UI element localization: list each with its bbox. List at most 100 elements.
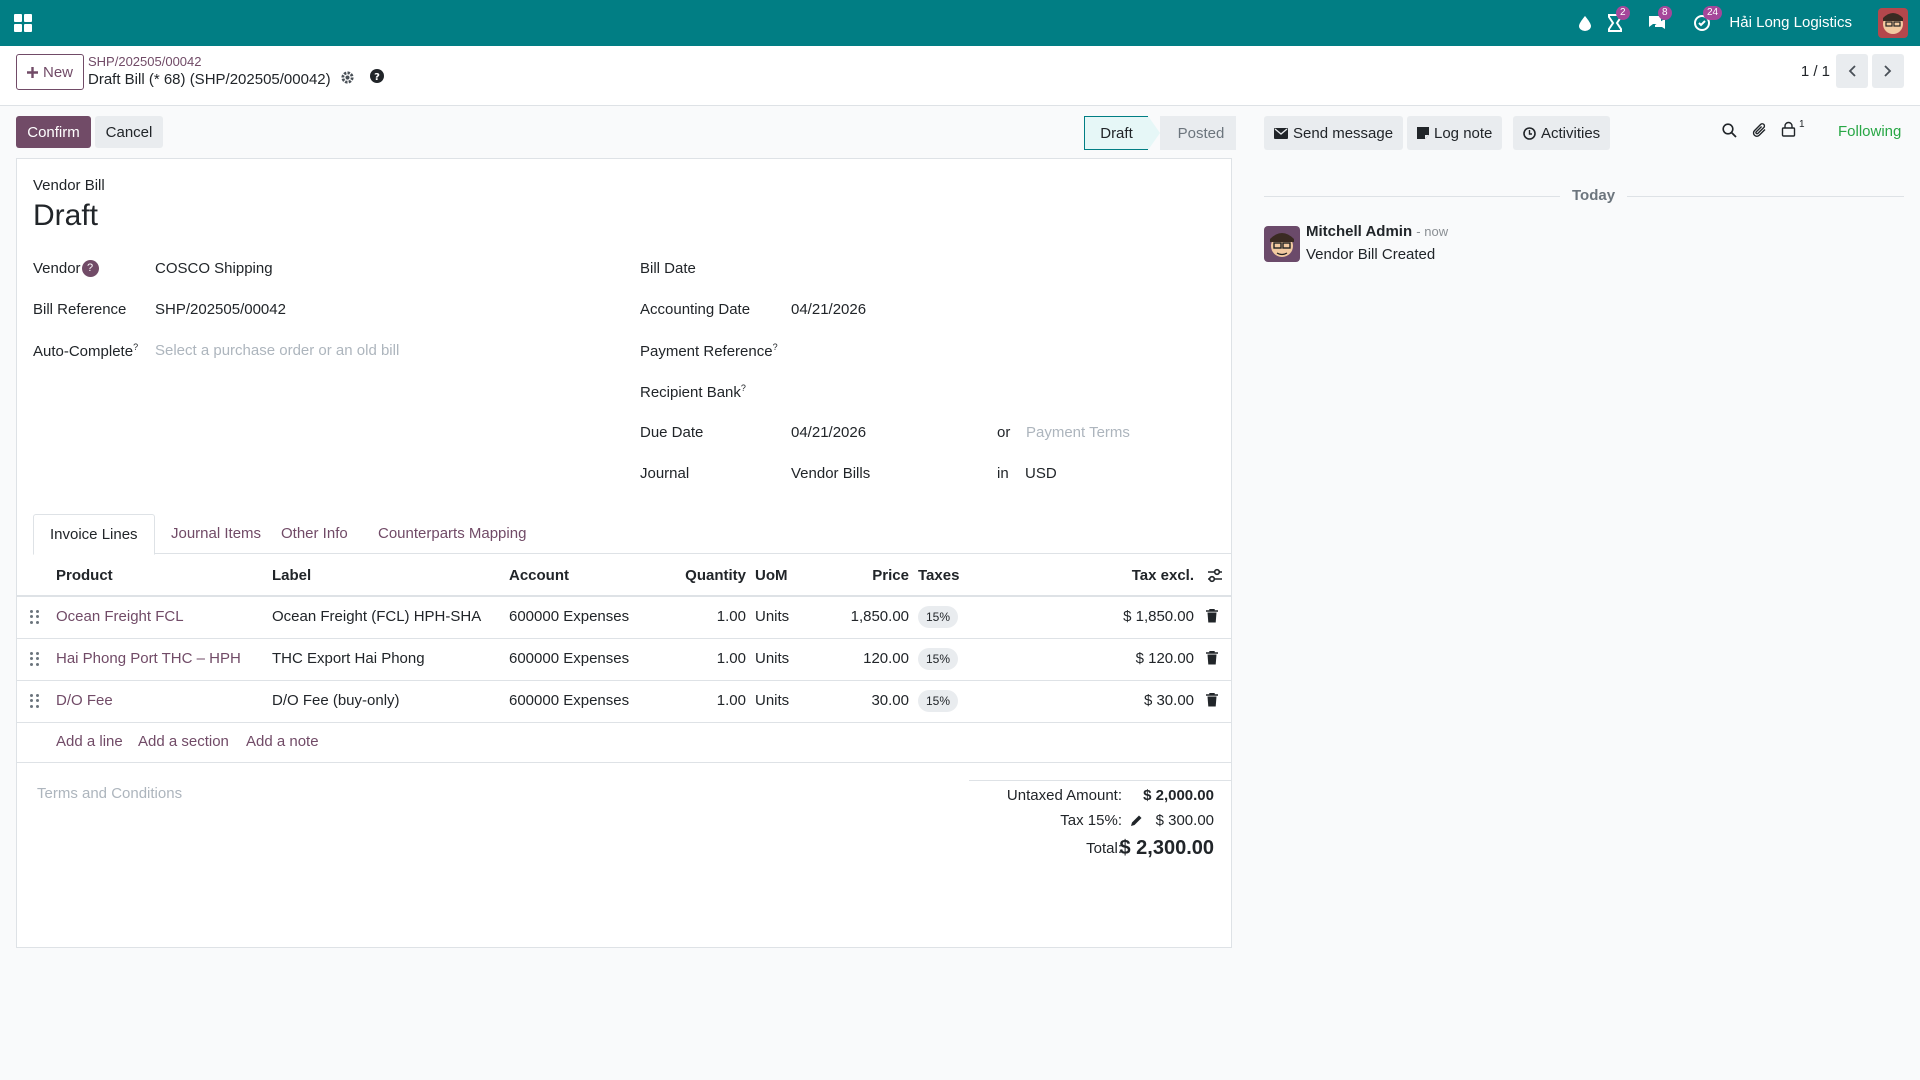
row-price[interactable]: 120.00 [827, 650, 909, 667]
odoo-drop-icon[interactable] [1573, 11, 1597, 35]
drag-handle-icon[interactable] [30, 652, 40, 666]
form-sheet: Vendor Bill Draft Vendor? COSCO Shipping… [16, 158, 1232, 948]
following-button[interactable]: Following [1838, 123, 1901, 140]
column-price[interactable]: Price [827, 567, 909, 584]
row-label[interactable]: Ocean Freight (FCL) HPH-SHA [272, 608, 481, 625]
invoice-lines-header: Product Label Account Quantity UoM Price… [17, 555, 1231, 597]
activities-clock-icon[interactable]: 2 [1603, 6, 1630, 35]
column-tax-excl[interactable]: Tax excl. [1077, 567, 1194, 584]
due-date-field[interactable]: 04/21/2026 [791, 424, 866, 441]
row-quantity[interactable]: 1.00 [667, 608, 746, 625]
row-account[interactable]: 600000 Expenses [509, 608, 629, 625]
pager-value[interactable]: 1 / 1 [1801, 63, 1830, 80]
cancel-button[interactable]: Cancel [95, 116, 163, 148]
row-account[interactable]: 600000 Expenses [509, 650, 629, 667]
followers-icon[interactable] [1781, 121, 1796, 141]
new-button-label: New [43, 63, 74, 81]
activities-label: Activities [1541, 124, 1601, 142]
currency-field[interactable]: USD [1025, 465, 1057, 482]
row-quantity[interactable]: 1.00 [667, 650, 746, 667]
pager-previous-button[interactable] [1836, 54, 1868, 88]
vendor-field[interactable]: COSCO Shipping [155, 260, 273, 277]
confirm-button[interactable]: Confirm [16, 116, 91, 148]
status-draft[interactable]: Draft [1084, 116, 1148, 150]
message-body: Vendor Bill Created [1306, 246, 1436, 263]
tab-other-info[interactable]: Other Info [265, 514, 364, 554]
help-icon[interactable]: ? [370, 69, 384, 87]
app-menu-icon[interactable] [14, 14, 32, 32]
tab-invoice-lines[interactable]: Invoice Lines [33, 514, 155, 555]
search-icon[interactable] [1722, 123, 1737, 142]
table-row[interactable]: D/O Fee D/O Fee (buy-only) 600000 Expens… [17, 681, 1231, 723]
row-price[interactable]: 1,850.00 [827, 608, 909, 625]
user-avatar[interactable] [1878, 8, 1908, 38]
terms-conditions-field[interactable]: Terms and Conditions [37, 785, 182, 802]
tab-counterparts-mapping[interactable]: Counterparts Mapping [362, 514, 542, 554]
gear-icon[interactable] [340, 70, 355, 89]
add-note-link[interactable]: Add a note [246, 733, 319, 750]
trash-icon[interactable] [1206, 692, 1218, 707]
vendor-help-icon[interactable]: ? [81, 260, 99, 277]
column-uom[interactable]: UoM [755, 567, 788, 584]
row-tax-tag[interactable]: 15% [918, 648, 959, 670]
log-note-button[interactable]: Log note [1407, 116, 1503, 150]
paperclip-icon[interactable] [1752, 122, 1768, 142]
avatar[interactable] [1264, 226, 1300, 262]
table-row[interactable]: Hai Phong Port THC – HPH THC Export Hai … [17, 639, 1231, 681]
message-author[interactable]: Mitchell Admin - now [1306, 223, 1448, 240]
journal-field[interactable]: Vendor Bills [791, 465, 870, 482]
plus-icon [27, 66, 38, 78]
row-product[interactable]: D/O Fee [56, 692, 113, 709]
add-section-link[interactable]: Add a section [138, 733, 229, 750]
column-product[interactable]: Product [56, 567, 113, 584]
followers-count: 1 [1799, 119, 1805, 130]
bill-date-field[interactable] [791, 255, 1211, 281]
row-uom[interactable]: Units [755, 608, 789, 625]
bill-reference-label: Bill Reference [33, 301, 127, 318]
row-uom[interactable]: Units [755, 692, 789, 709]
row-account[interactable]: 600000 Expenses [509, 692, 629, 709]
breadcrumb-parent[interactable]: SHP/202505/00042 [88, 54, 201, 69]
recipient-bank-label-text: Recipient Bank [640, 384, 741, 401]
messages-badge: 8 [1658, 6, 1672, 20]
new-button[interactable]: New [16, 54, 85, 90]
company-switcher[interactable]: Hải Long Logistics [1729, 14, 1852, 31]
status-bar: Draft Posted [1084, 116, 1236, 150]
add-line-link[interactable]: Add a line [56, 733, 123, 750]
column-taxes[interactable]: Taxes [918, 567, 959, 584]
send-message-button[interactable]: Send message [1264, 116, 1404, 150]
pager-next-button[interactable] [1872, 54, 1904, 88]
column-label[interactable]: Label [272, 567, 311, 584]
row-uom[interactable]: Units [755, 650, 789, 667]
message-author-name[interactable]: Mitchell Admin [1306, 223, 1412, 240]
document-state-title: Draft [33, 199, 99, 232]
tab-journal-items[interactable]: Journal Items [155, 514, 277, 554]
drag-handle-icon[interactable] [30, 694, 40, 708]
payment-reference-label-text: Payment Reference [640, 343, 773, 360]
row-tax-tag[interactable]: 15% [918, 690, 959, 712]
row-label[interactable]: THC Export Hai Phong [272, 650, 425, 667]
payment-terms-field[interactable]: Payment Terms [1026, 424, 1130, 441]
activities-button[interactable]: Activities [1513, 116, 1611, 150]
drag-handle-icon[interactable] [30, 610, 40, 624]
row-product[interactable]: Hai Phong Port THC – HPH [56, 650, 241, 667]
payment-reference-label: Payment Reference? [640, 342, 778, 360]
accounting-date-field[interactable]: 04/21/2026 [791, 301, 866, 318]
row-quantity[interactable]: 1.00 [667, 692, 746, 709]
row-product[interactable]: Ocean Freight FCL [56, 608, 184, 625]
column-quantity[interactable]: Quantity [667, 567, 746, 584]
chevron-right-icon [1884, 65, 1892, 77]
bill-reference-field[interactable]: SHP/202505/00042 [155, 301, 286, 318]
updates-icon[interactable]: 24 [1690, 6, 1723, 35]
optional-columns-icon[interactable] [1207, 568, 1223, 588]
messages-icon[interactable]: 8 [1645, 6, 1672, 35]
trash-icon[interactable] [1206, 650, 1218, 665]
row-price[interactable]: 30.00 [827, 692, 909, 709]
column-account[interactable]: Account [509, 567, 569, 584]
status-posted[interactable]: Posted [1160, 116, 1236, 150]
row-tax-tag[interactable]: 15% [918, 606, 959, 628]
table-row[interactable]: Ocean Freight FCL Ocean Freight (FCL) HP… [17, 597, 1231, 639]
trash-icon[interactable] [1206, 608, 1218, 623]
auto-complete-field[interactable]: Select a purchase order or an old bill [155, 342, 399, 359]
row-label[interactable]: D/O Fee (buy-only) [272, 692, 400, 709]
